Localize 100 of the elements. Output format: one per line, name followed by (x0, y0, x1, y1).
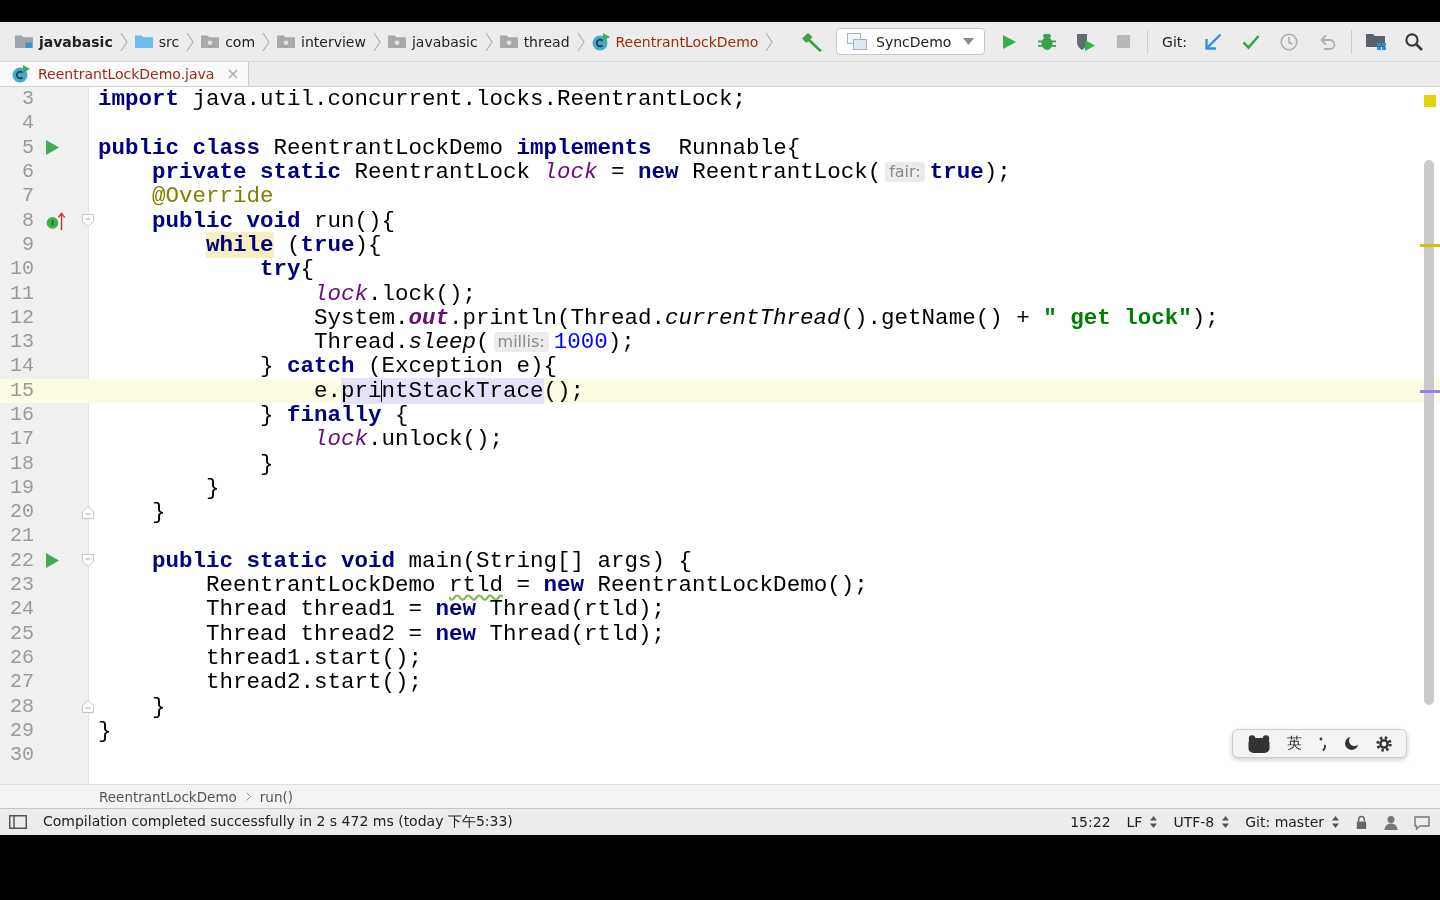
line-number: 4 (21, 111, 34, 136)
folder-icon (499, 34, 518, 49)
circle-arrow-icon[interactable] (46, 211, 68, 230)
line-number: 24 (9, 597, 34, 622)
arrow-down-left-icon[interactable] (1204, 32, 1222, 51)
git-branch-selector[interactable]: Git: master (1245, 814, 1339, 830)
line-number: 11 (9, 281, 34, 306)
code-text: Thread thread2 = new Thread(rtld); (206, 621, 666, 646)
breadcrumb-item[interactable]: com (201, 33, 256, 50)
fold-marker-icon[interactable] (82, 554, 94, 568)
breadcrumb-item[interactable]: run() (259, 788, 293, 805)
person-icon[interactable] (1384, 814, 1398, 830)
parameter-hint: fair: (885, 162, 925, 183)
code-text: try{ (260, 257, 315, 282)
language-mode[interactable]: 英 (1286, 734, 1302, 753)
chevron-icon (765, 31, 774, 52)
breadcrumb-item[interactable]: thread (499, 33, 570, 50)
breadcrumb-item[interactable]: ReentrantLockDemo (591, 32, 759, 51)
code-text: @Override (152, 184, 274, 209)
line-number: 27 (9, 670, 34, 695)
code-text: System.out.println(Thread.currentThread().getName() + " get lock"); (314, 305, 1219, 330)
fold-marker-icon[interactable] (82, 700, 94, 714)
hammer-icon[interactable] (801, 31, 824, 52)
punctuation-icon[interactable] (1318, 736, 1327, 751)
class-icon (591, 32, 610, 51)
code-text: ReentrantLockDemo rtld = new ReentrantLockDemo(); (206, 573, 868, 598)
code-text: } (98, 718, 112, 743)
code-text: } (260, 451, 274, 476)
editor-tab[interactable]: ReentrantLockDemo.java (0, 62, 250, 86)
speech-bubble-icon[interactable] (1414, 814, 1430, 830)
line-number: 5 (21, 135, 34, 160)
code-text: Thread.sleep( (314, 330, 490, 355)
line-number: 23 (9, 573, 34, 598)
fold-marker-icon[interactable] (82, 214, 94, 228)
fold-marker-icon[interactable] (82, 505, 94, 519)
shield-play-icon[interactable] (1075, 32, 1095, 51)
run-configuration-dropdown[interactable]: SyncDemo (836, 28, 986, 55)
breadcrumb-item[interactable]: src (134, 33, 180, 50)
line-number: 25 (9, 621, 34, 646)
line-number: 13 (9, 330, 34, 355)
line-number: 21 (9, 524, 34, 549)
code-text: thread2.start(); (206, 670, 423, 695)
check-icon[interactable] (1242, 33, 1260, 50)
moon-icon[interactable] (1343, 736, 1359, 751)
up-down-arrows-icon (1222, 816, 1230, 828)
code-text: import java.util.concurrent.locks.ReentrantLock; (98, 87, 747, 112)
play-icon[interactable] (1001, 33, 1018, 50)
code-text: public static void main(String[] args) { (152, 548, 693, 573)
folder-icon (387, 34, 406, 49)
scrollbar-thumb[interactable] (1424, 160, 1434, 705)
parameter-hint: millis: (493, 332, 549, 353)
line-number: 3 (21, 87, 34, 112)
code-text: while (true){ (206, 232, 382, 257)
line-number: 28 (9, 694, 34, 719)
panel-icon[interactable] (9, 815, 27, 829)
folder-grid-icon[interactable] (1366, 33, 1386, 50)
folder-icon (201, 34, 220, 49)
close-icon[interactable] (228, 69, 239, 79)
code-text: } (152, 694, 166, 719)
line-number: 30 (9, 743, 34, 768)
line-number: 19 (9, 475, 34, 500)
code-text: true); (929, 160, 1011, 185)
line-number: 12 (9, 305, 34, 330)
code-text: thread1.start(); (206, 645, 423, 670)
line-separator-selector[interactable]: LF (1126, 814, 1158, 830)
play-icon[interactable] (46, 140, 59, 156)
chevron-icon (119, 31, 128, 52)
breadcrumb-item[interactable]: interview (277, 33, 366, 50)
caret-position[interactable]: 15:22 (1070, 814, 1111, 830)
chevron-icon (262, 31, 271, 52)
search-icon[interactable] (1405, 32, 1423, 51)
code-text: public void run(){ (152, 208, 396, 233)
encoding-selector[interactable]: UTF-8 (1173, 814, 1230, 830)
chevron-icon (484, 31, 493, 52)
code-text: e.pri (314, 378, 382, 403)
breadcrumb-item[interactable]: javabasic (387, 33, 478, 50)
breadcrumb-item[interactable]: ReentrantLockDemo (99, 788, 237, 805)
lock-icon[interactable] (1355, 815, 1368, 829)
line-number: 22 (9, 548, 34, 573)
windows-icon (847, 33, 868, 50)
vcs-label: Git: (1162, 33, 1187, 50)
bug-icon[interactable] (1038, 32, 1057, 51)
gear-icon[interactable] (1375, 735, 1392, 752)
code-text: } (206, 475, 220, 500)
folder-icon (15, 34, 33, 49)
code-text: } catch (Exception e){ (260, 354, 558, 379)
folder-icon (277, 34, 296, 49)
line-number: 17 (9, 427, 34, 452)
breadcrumb-item[interactable]: javabasic (15, 33, 113, 50)
line-number: 10 (9, 257, 34, 282)
up-down-arrows-icon (1150, 816, 1158, 828)
line-number: 6 (21, 160, 34, 185)
code-text: 1000); (553, 330, 635, 355)
code-editor[interactable] (0, 87, 1440, 784)
line-number: 14 (9, 354, 34, 379)
line-number: 26 (9, 645, 34, 670)
line-number: 18 (9, 451, 34, 476)
play-icon[interactable] (46, 553, 59, 569)
bear-head-icon[interactable] (1247, 734, 1270, 753)
code-text: } (152, 500, 166, 525)
